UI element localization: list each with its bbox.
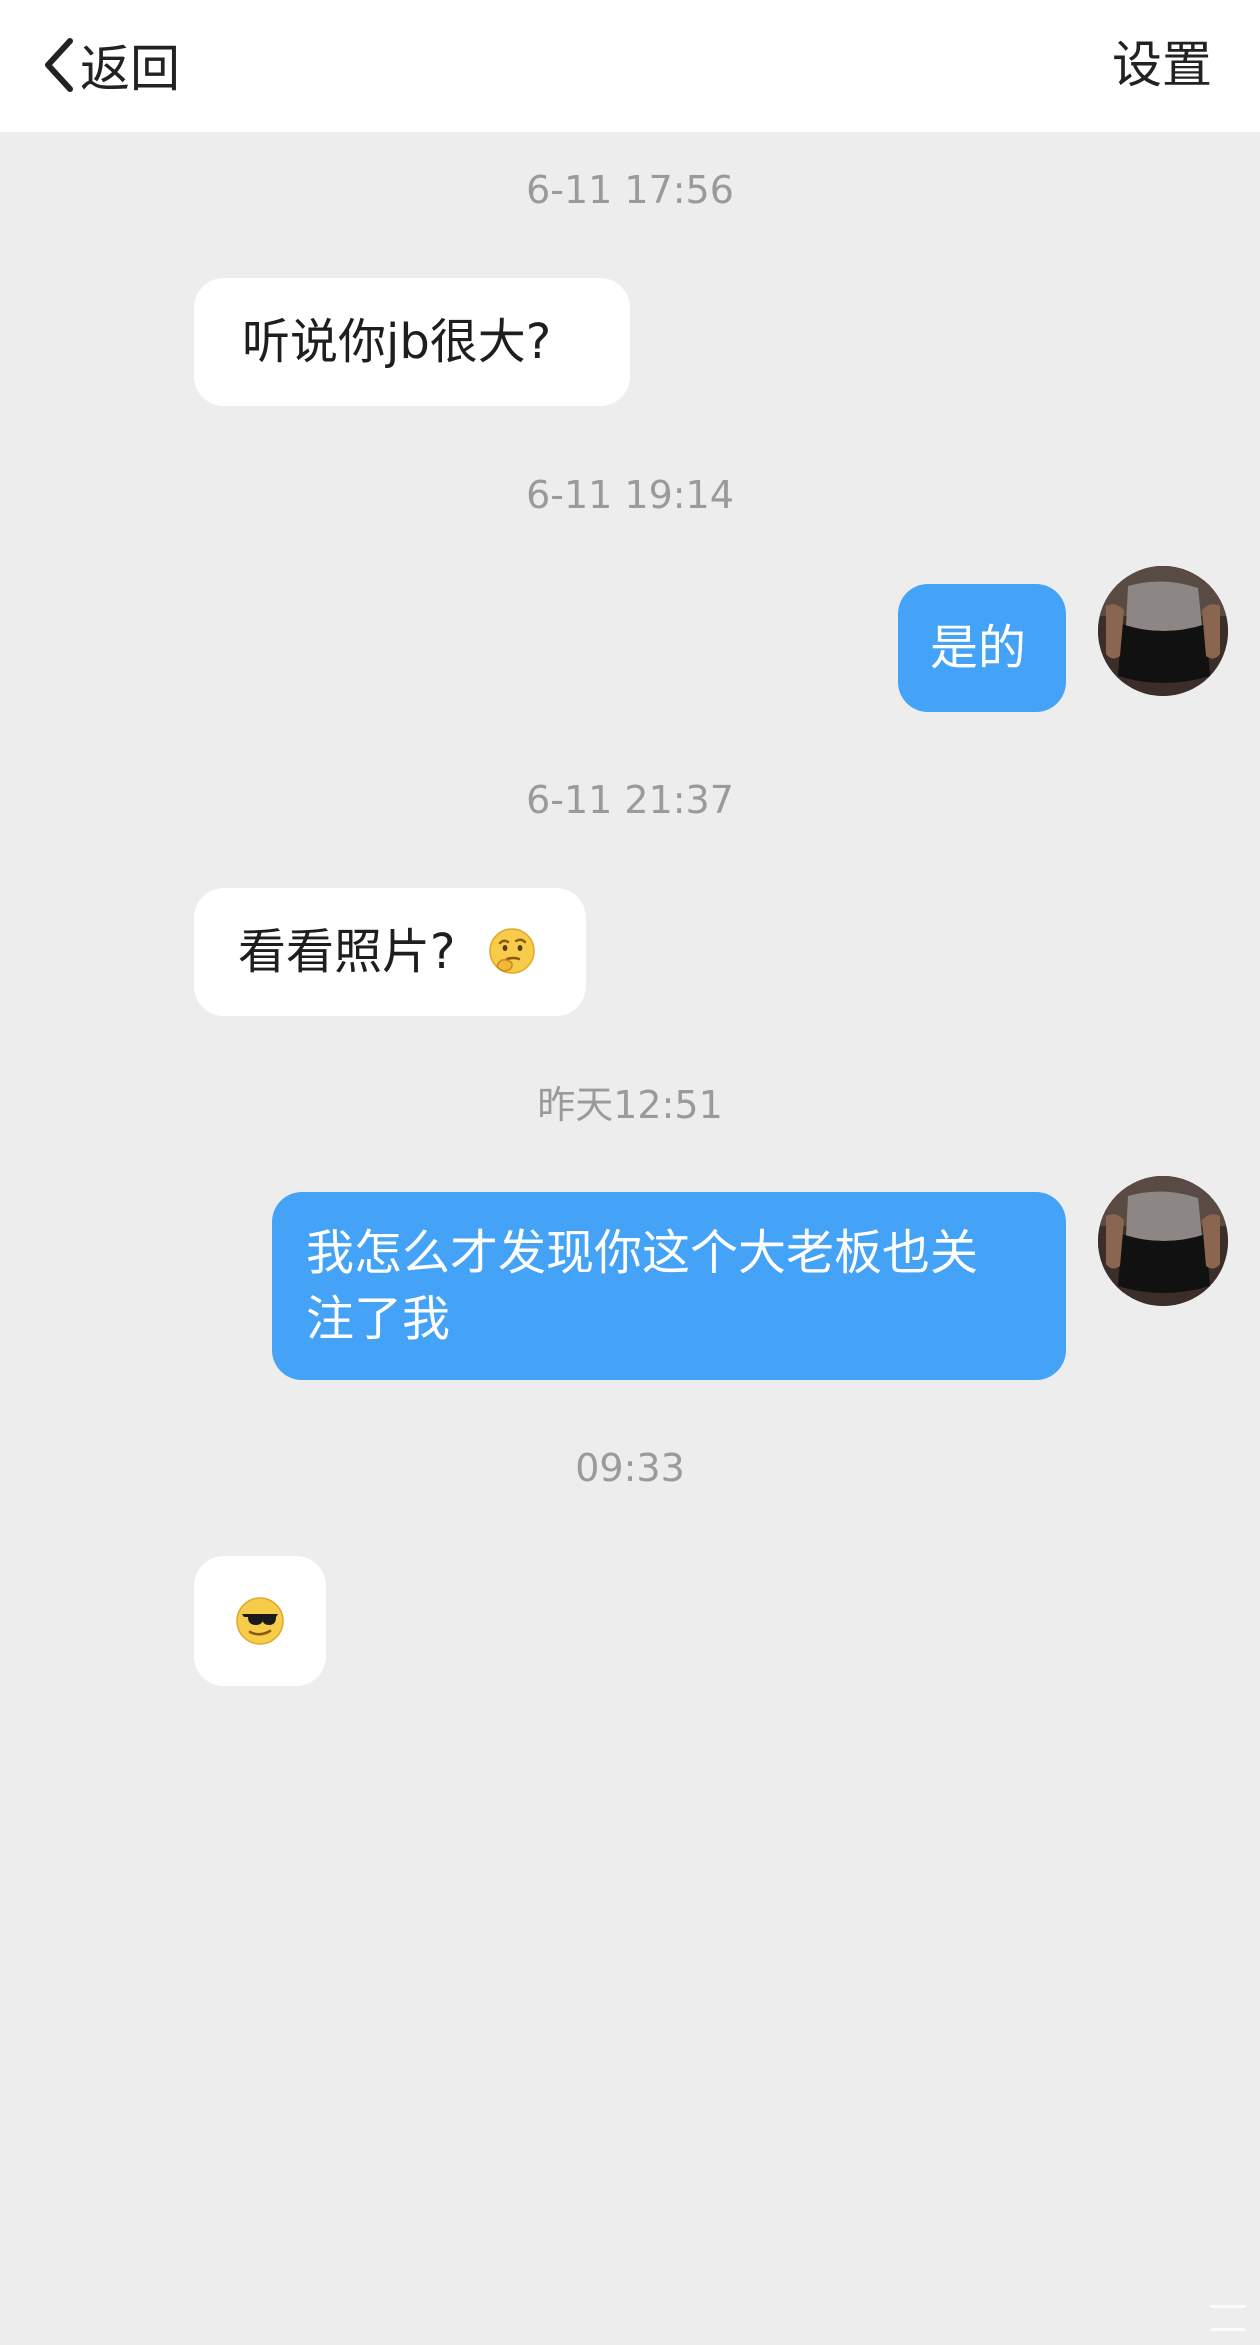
incoming-message-bubble[interactable]: 听说你jb很大? (194, 278, 630, 406)
outgoing-message-bubble[interactable]: 我怎么才发现你这个大老板也关 注了我 (272, 1192, 1066, 1380)
message-text-line: 注了我 (306, 1291, 451, 1347)
incoming-message-bubble[interactable] (194, 1556, 326, 1686)
outgoing-message-bubble[interactable]: 是的 (898, 584, 1066, 712)
corner-indicator (1210, 2305, 1246, 2331)
message-timestamp: 6-11 21:37 (526, 778, 734, 822)
message-text-line: 我怎么才发现你这个大老板也关 (306, 1225, 979, 1281)
avatar[interactable] (1098, 1176, 1228, 1306)
message-timestamp: 6-11 19:14 (526, 473, 734, 517)
sunglasses-face-icon (234, 1595, 286, 1647)
chevron-left-icon (40, 35, 76, 95)
back-button[interactable]: 返回 (40, 30, 180, 100)
message-timestamp: 6-11 17:56 (526, 168, 734, 212)
back-label: 返回 (80, 40, 180, 98)
message-timestamp: 昨天12:51 (537, 1083, 723, 1127)
message-text: 听说你jb很大? (242, 314, 552, 370)
message-timestamp: 09:33 (575, 1446, 685, 1490)
incoming-message-bubble[interactable]: 看看照片? (194, 888, 586, 1016)
top-bar: 返回 设置 (0, 0, 1260, 132)
message-text: 是的 (930, 620, 1027, 676)
message-text: 看看照片? (238, 924, 456, 980)
settings-button[interactable]: 设置 (1112, 30, 1212, 100)
avatar[interactable] (1098, 566, 1228, 696)
thinking-face-icon (487, 926, 537, 976)
